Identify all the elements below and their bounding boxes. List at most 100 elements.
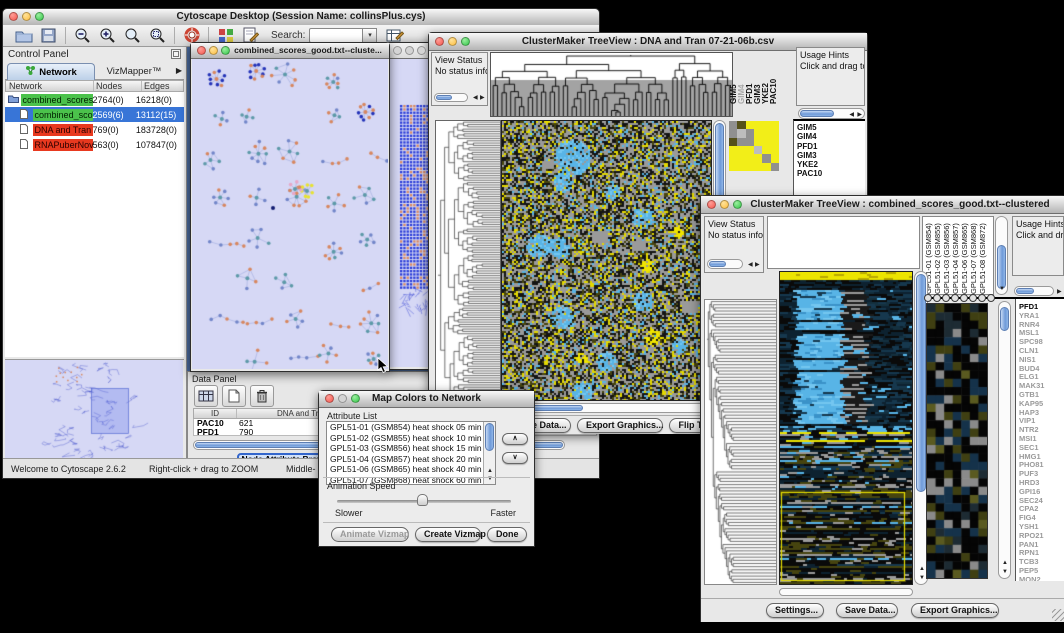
tv2-bottom-hscrollbar[interactable] [779, 588, 913, 596]
column-dendrogram-canvas[interactable] [491, 53, 732, 116]
matrix-cell[interactable] [771, 163, 779, 171]
scroll-up-icon[interactable]: ▲ [919, 566, 925, 572]
zoom-button[interactable] [417, 46, 426, 55]
heatmap-canvas[interactable] [502, 121, 711, 400]
tv1-status-scrollbar[interactable] [434, 93, 468, 102]
matrix-cell[interactable] [746, 146, 754, 154]
attribute-select-icon[interactable] [194, 385, 218, 407]
zoom-button[interactable] [733, 200, 742, 209]
col-network[interactable]: Network [6, 81, 94, 91]
tv2-hints-scrollbar[interactable] [1014, 286, 1054, 296]
matrix-cell[interactable] [746, 138, 754, 146]
scroll-down-icon[interactable]: ▼ [919, 575, 925, 581]
matrix-cell[interactable] [746, 129, 754, 137]
search-dropdown-arrow[interactable]: ▾ [363, 28, 377, 43]
move-down-button[interactable]: ∨ [502, 452, 528, 464]
network-name[interactable]: DNA and Tran 07 [33, 124, 93, 136]
scroll-left-icon[interactable]: ◀ [849, 112, 854, 118]
matrix-cell[interactable] [754, 146, 762, 154]
matrix-cell[interactable] [762, 138, 770, 146]
matrix-cell[interactable] [754, 163, 762, 171]
minimize-button[interactable] [720, 200, 729, 209]
col-nodes[interactable]: Nodes [94, 81, 142, 91]
zoom-fit-icon[interactable] [145, 26, 170, 46]
tv2-heatmap[interactable] [779, 271, 913, 585]
network-tree-row[interactable]: combined_sco2569(6)13112(15) [5, 107, 184, 122]
move-up-button[interactable]: ∧ [502, 433, 528, 445]
matrix-cell[interactable] [771, 129, 779, 137]
minimize-button[interactable] [405, 46, 414, 55]
tv2-zoom-heatmap[interactable] [926, 303, 988, 579]
heatmap-canvas[interactable] [780, 272, 912, 584]
matrix-cell[interactable] [737, 129, 745, 137]
matrix-cell[interactable] [737, 121, 745, 129]
dialog-titlebar[interactable]: Map Colors to Network [319, 391, 534, 408]
matrix-cell[interactable] [737, 146, 745, 154]
tv2-labels-vscrollbar[interactable]: ▼ [995, 216, 1008, 295]
more-tabs-arrow[interactable]: ▶ [176, 66, 182, 75]
tab-vizmapper[interactable]: VizMapper™ [97, 63, 171, 79]
tv2-row-dendrogram[interactable] [704, 299, 777, 585]
delete-attribute-icon[interactable] [250, 385, 274, 407]
scroll-right-icon[interactable]: ▶ [755, 262, 760, 268]
search-input[interactable] [309, 28, 363, 43]
open-folder-icon[interactable] [11, 26, 36, 46]
tv1-row-dendrogram[interactable] [435, 120, 501, 401]
close-button[interactable] [707, 200, 716, 209]
network-name[interactable]: combined_sco [33, 109, 93, 121]
birdseye-view[interactable] [5, 359, 184, 457]
tab-network[interactable]: Network [7, 63, 95, 80]
matrix-cell[interactable] [754, 121, 762, 129]
zoom-selected-icon[interactable] [120, 26, 145, 46]
resize-grip[interactable] [1052, 609, 1064, 621]
matrix-cell[interactable] [729, 138, 737, 146]
tv1-heatmap[interactable] [501, 120, 712, 401]
tv2-status-scrollbar[interactable] [707, 259, 743, 269]
treeview2-titlebar[interactable]: ClusterMaker TreeView : combined_scores_… [701, 196, 1064, 214]
matrix-cell[interactable] [771, 146, 779, 154]
save-data-button[interactable]: Save Data... [836, 603, 898, 618]
close-button[interactable] [325, 394, 334, 403]
save-icon[interactable] [36, 26, 61, 46]
zoom-button[interactable] [461, 37, 470, 46]
matrix-cell[interactable] [746, 163, 754, 171]
network-tree-row[interactable]: RNAPuberNov2+563(0)107847(0) [5, 137, 184, 152]
scroll-right-icon[interactable]: ▶ [857, 112, 862, 118]
tv1-column-dendrogram[interactable] [490, 52, 733, 117]
close-button[interactable] [9, 12, 18, 21]
matrix-cell[interactable] [729, 129, 737, 137]
create-vizmap-button[interactable]: Create Vizmap [415, 527, 481, 542]
matrix-cell[interactable] [762, 163, 770, 171]
close-button[interactable] [435, 37, 444, 46]
zoom-button[interactable] [35, 12, 44, 21]
scroll-left-icon[interactable]: ◀ [748, 262, 753, 268]
matrix-cell[interactable] [762, 154, 770, 162]
zoom-button[interactable] [351, 394, 360, 403]
attr-row-value[interactable]: 790 [239, 427, 253, 437]
matrix-cell[interactable] [729, 154, 737, 162]
network-window-titlebar[interactable]: combined_scores_good.txt--cluste... [191, 43, 389, 59]
zoom-heatmap-canvas[interactable] [927, 304, 987, 578]
float-panel-icon[interactable] [171, 46, 181, 64]
matrix-cell[interactable] [771, 138, 779, 146]
matrix-cell[interactable] [729, 163, 737, 171]
slider-thumb[interactable] [417, 494, 428, 506]
matrix-cell[interactable] [771, 121, 779, 129]
scroll-right-icon[interactable]: ▶ [1057, 289, 1062, 295]
tv1-correlation-matrix[interactable] [729, 121, 779, 171]
network-tree-row[interactable]: DNA and Tran 07769(0)183728(0) [5, 122, 184, 137]
scroll-up-icon[interactable]: ▲ [487, 468, 493, 474]
tv2-column-dendrogram-area[interactable] [767, 216, 920, 269]
scroll-down-icon[interactable]: ▼ [1002, 569, 1008, 575]
network-name[interactable]: combined_scores [21, 94, 93, 106]
matrix-cell[interactable] [754, 129, 762, 137]
tv2-zoom-vscrollbar[interactable]: ▲ ▼ [998, 301, 1011, 579]
matrix-cell[interactable] [754, 154, 762, 162]
tv1-top-hscrollbar[interactable]: ◀ ▶ [798, 108, 865, 119]
attribute-list-item[interactable]: GPL51-02 (GSM855) heat shock 10 min [327, 433, 495, 444]
scroll-up-icon[interactable]: ▲ [1002, 560, 1008, 566]
close-button[interactable] [393, 46, 402, 55]
minimize-button[interactable] [448, 37, 457, 46]
attribute-list-scrollbar[interactable]: ▲ ▼ [483, 422, 495, 484]
matrix-cell[interactable] [762, 121, 770, 129]
